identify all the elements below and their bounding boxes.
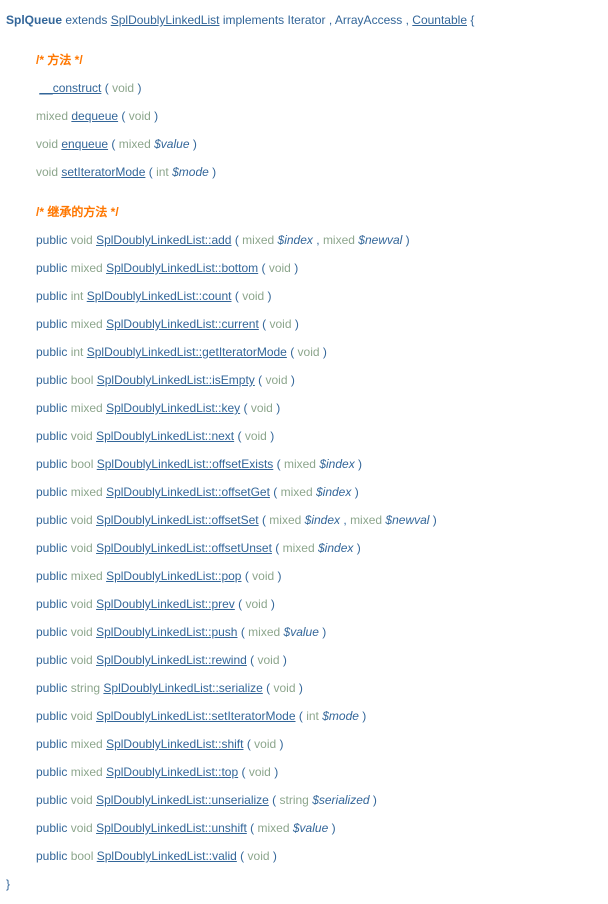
valid-link[interactable]: SplDoublyLinkedList::valid: [97, 849, 237, 863]
count-link[interactable]: SplDoublyLinkedList::count: [87, 289, 232, 303]
top-link[interactable]: SplDoublyLinkedList::top: [106, 765, 238, 779]
method-offsetexists: public bool SplDoublyLinkedList::offsetE…: [36, 450, 602, 478]
next-link[interactable]: SplDoublyLinkedList::next: [96, 429, 234, 443]
method-setiteratormode: void setIteratorMode ( int $mode ): [36, 158, 602, 186]
offsetexists-link[interactable]: SplDoublyLinkedList::offsetExists: [97, 457, 274, 471]
method-unshift: public void SplDoublyLinkedList::unshift…: [36, 814, 602, 842]
dequeue-link[interactable]: dequeue: [71, 109, 118, 123]
construct-link[interactable]: __construct: [39, 81, 101, 95]
class-name: SplQueue: [6, 13, 62, 27]
method-offsetset: public void SplDoublyLinkedList::offsetS…: [36, 506, 602, 534]
add-link[interactable]: SplDoublyLinkedList::add: [96, 233, 231, 247]
push-link[interactable]: SplDoublyLinkedList::push: [96, 625, 237, 639]
method-rewind: public void SplDoublyLinkedList::rewind …: [36, 646, 602, 674]
brace-close: }: [6, 870, 602, 898]
comma: ,: [329, 13, 332, 27]
offsetunset-link[interactable]: SplDoublyLinkedList::offsetUnset: [96, 541, 272, 555]
setiteratormode-link[interactable]: setIteratorMode: [61, 165, 145, 179]
pop-link[interactable]: SplDoublyLinkedList::pop: [106, 569, 241, 583]
parent-class-link[interactable]: SplDoublyLinkedList: [111, 13, 220, 27]
method-unserialize: public void SplDoublyLinkedList::unseria…: [36, 786, 602, 814]
bottom-link[interactable]: SplDoublyLinkedList::bottom: [106, 261, 258, 275]
method-current: public mixed SplDoublyLinkedList::curren…: [36, 310, 602, 338]
method-push: public void SplDoublyLinkedList::push ( …: [36, 618, 602, 646]
comma: ,: [406, 13, 409, 27]
method-valid: public bool SplDoublyLinkedList::valid (…: [36, 842, 602, 870]
inherited-comment: /* 继承的方法 */: [36, 198, 602, 226]
method-shift: public mixed SplDoublyLinkedList::shift …: [36, 730, 602, 758]
method-construct: __construct ( void ): [36, 74, 602, 102]
rewind-link[interactable]: SplDoublyLinkedList::rewind: [96, 653, 247, 667]
method-offsetget: public mixed SplDoublyLinkedList::offset…: [36, 478, 602, 506]
method-count: public int SplDoublyLinkedList::count ( …: [36, 282, 602, 310]
class-synopsis-header: SplQueue extends SplDoublyLinkedList imp…: [6, 6, 602, 34]
interface-arrayaccess: ArrayAccess: [335, 13, 402, 27]
method-serialize: public string SplDoublyLinkedList::seria…: [36, 674, 602, 702]
getiteratormode-link[interactable]: SplDoublyLinkedList::getIteratorMode: [87, 345, 287, 359]
key-link[interactable]: SplDoublyLinkedList::key: [106, 401, 240, 415]
method-add: public void SplDoublyLinkedList::add ( m…: [36, 226, 602, 254]
offsetget-link[interactable]: SplDoublyLinkedList::offsetGet: [106, 485, 270, 499]
extends-keyword: extends: [65, 13, 107, 27]
methods-section: /* 方法 */ __construct ( void ) mixed dequ…: [6, 46, 602, 870]
method-prev: public void SplDoublyLinkedList::prev ( …: [36, 590, 602, 618]
implements-keyword: implements: [223, 13, 284, 27]
method-dequeue: mixed dequeue ( void ): [36, 102, 602, 130]
methods-comment: /* 方法 */: [36, 46, 602, 74]
unshift-link[interactable]: SplDoublyLinkedList::unshift: [96, 821, 247, 835]
offsetset-link[interactable]: SplDoublyLinkedList::offsetSet: [96, 513, 259, 527]
method-setiteratormode2: public void SplDoublyLinkedList::setIter…: [36, 702, 602, 730]
unserialize-link[interactable]: SplDoublyLinkedList::unserialize: [96, 793, 269, 807]
brace-open: {: [470, 13, 474, 27]
isempty-link[interactable]: SplDoublyLinkedList::isEmpty: [97, 373, 255, 387]
prev-link[interactable]: SplDoublyLinkedList::prev: [96, 597, 235, 611]
serialize-link[interactable]: SplDoublyLinkedList::serialize: [103, 681, 262, 695]
method-getiteratormode: public int SplDoublyLinkedList::getItera…: [36, 338, 602, 366]
enqueue-link[interactable]: enqueue: [61, 137, 108, 151]
current-link[interactable]: SplDoublyLinkedList::current: [106, 317, 259, 331]
method-pop: public mixed SplDoublyLinkedList::pop ( …: [36, 562, 602, 590]
method-next: public void SplDoublyLinkedList::next ( …: [36, 422, 602, 450]
method-bottom: public mixed SplDoublyLinkedList::bottom…: [36, 254, 602, 282]
shift-link[interactable]: SplDoublyLinkedList::shift: [106, 737, 243, 751]
method-top: public mixed SplDoublyLinkedList::top ( …: [36, 758, 602, 786]
interface-iterator: Iterator: [288, 13, 326, 27]
method-key: public mixed SplDoublyLinkedList::key ( …: [36, 394, 602, 422]
method-offsetunset: public void SplDoublyLinkedList::offsetU…: [36, 534, 602, 562]
method-isempty: public bool SplDoublyLinkedList::isEmpty…: [36, 366, 602, 394]
interface-countable-link[interactable]: Countable: [412, 13, 467, 27]
method-enqueue: void enqueue ( mixed $value ): [36, 130, 602, 158]
